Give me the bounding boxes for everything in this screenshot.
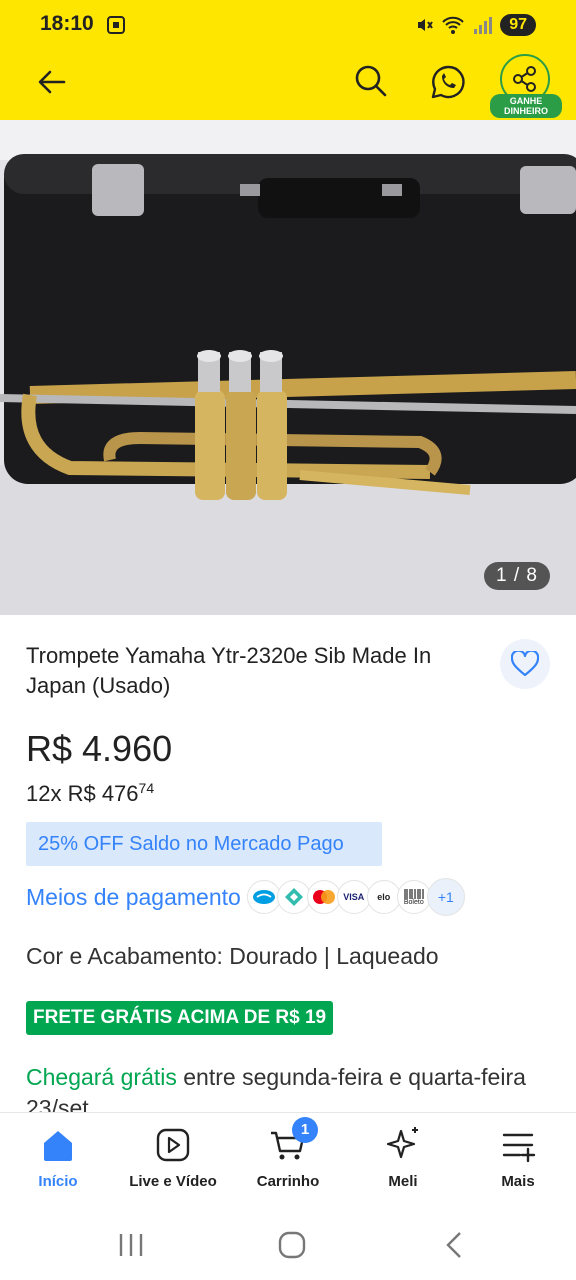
image-counter: 1 / 8 xyxy=(484,562,550,590)
status-time: 18:10 xyxy=(40,12,94,35)
nav-label: Carrinho xyxy=(256,1173,320,1190)
nav-item-inicio[interactable]: Início xyxy=(3,1125,113,1190)
nav-label: Mais xyxy=(501,1173,535,1190)
payment-methods-link[interactable]: Meios de pagamento xyxy=(26,884,241,911)
nav-label: Live e Vídeo xyxy=(129,1173,217,1190)
mercado-pago-icon xyxy=(246,880,281,914)
bottom-navigation: Início Live e Vídeo 1 Carrinho Meli Mais xyxy=(0,1112,576,1210)
arrival-info: Chegará grátis entre segunda-feira e qua… xyxy=(26,1062,546,1112)
share-tag-line1: GANHE xyxy=(509,96,543,106)
payment-badges: VISA elo Boleto +1 xyxy=(246,878,465,916)
favorite-button[interactable] xyxy=(500,639,550,689)
promo-banner: 25% OFF Saldo no Mercado Pago xyxy=(26,822,382,866)
whatsapp-icon[interactable] xyxy=(428,62,468,102)
nav-item-mais[interactable]: Mais xyxy=(463,1125,573,1190)
signal-icon xyxy=(474,17,493,34)
home-icon xyxy=(38,1125,78,1165)
arrival-clip: Chegará grátis entre segunda-feira e qua… xyxy=(0,1055,576,1112)
back-button-icon[interactable] xyxy=(440,1230,470,1260)
payment-methods-row[interactable]: Meios de pagamento VISA elo Boleto +1 xyxy=(26,878,465,916)
cart-icon: 1 xyxy=(268,1117,318,1165)
boleto-icon: Boleto xyxy=(396,880,431,914)
top-bar: 18:10 97 GANHE DINHEIRO xyxy=(0,0,576,120)
trumpet-photo-illustration xyxy=(0,120,576,615)
share-icon xyxy=(513,66,536,92)
home-button-icon[interactable] xyxy=(277,1230,307,1260)
heart-icon xyxy=(511,651,539,677)
boleto-label: Boleto xyxy=(403,898,424,906)
search-icon[interactable] xyxy=(352,62,390,100)
product-title: Trompete Yamaha Ytr-2320e Sib Made In Ja… xyxy=(26,643,432,698)
screenshot-icon xyxy=(107,16,125,34)
back-arrow-icon[interactable] xyxy=(34,64,70,100)
system-navigation-bar xyxy=(0,1210,576,1280)
installments-cents: 74 xyxy=(138,780,155,796)
installments-value: 12x R$ 476 xyxy=(26,781,139,806)
nav-item-live-video[interactable]: Live e Vídeo xyxy=(118,1125,228,1190)
share-earn-button[interactable]: GANHE DINHEIRO xyxy=(490,54,562,118)
arrival-free-label: Chegará grátis xyxy=(26,1064,177,1090)
nav-item-carrinho[interactable]: 1 Carrinho xyxy=(233,1117,343,1190)
product-attribute: Cor e Acabamento: Dourado | Laqueado xyxy=(26,943,439,969)
nav-item-meli[interactable]: Meli xyxy=(348,1125,458,1190)
mastercard-icon xyxy=(306,880,341,914)
wifi-icon xyxy=(442,16,464,34)
nav-label: Meli xyxy=(388,1173,418,1190)
status-bar: 18:10 97 xyxy=(0,0,576,50)
product-price: R$ 4.960 xyxy=(26,728,173,769)
free-shipping-badge: FRETE GRÁTIS ACIMA DE R$ 19 xyxy=(26,1001,334,1035)
nav-label: Início xyxy=(38,1173,78,1190)
visa-icon: VISA xyxy=(336,880,371,914)
recent-apps-icon[interactable] xyxy=(116,1230,146,1260)
status-right: 97 xyxy=(414,14,536,36)
header: GANHE DINHEIRO xyxy=(0,50,576,120)
more-payment-methods: +1 xyxy=(426,878,465,916)
play-icon xyxy=(153,1125,193,1165)
pix-icon xyxy=(276,880,311,914)
share-earn-tag: GANHE DINHEIRO xyxy=(490,94,562,118)
mute-icon xyxy=(418,19,434,31)
share-tag-line2: DINHEIRO xyxy=(503,106,548,116)
elo-icon: elo xyxy=(366,880,401,914)
battery-indicator: 97 xyxy=(500,14,536,36)
sparkle-icon xyxy=(383,1125,423,1165)
installments: 12x R$ 47674 xyxy=(26,780,154,807)
cart-count-badge: 1 xyxy=(292,1117,318,1143)
menu-icon xyxy=(498,1125,538,1165)
product-image[interactable]: 1 / 8 xyxy=(0,120,576,615)
